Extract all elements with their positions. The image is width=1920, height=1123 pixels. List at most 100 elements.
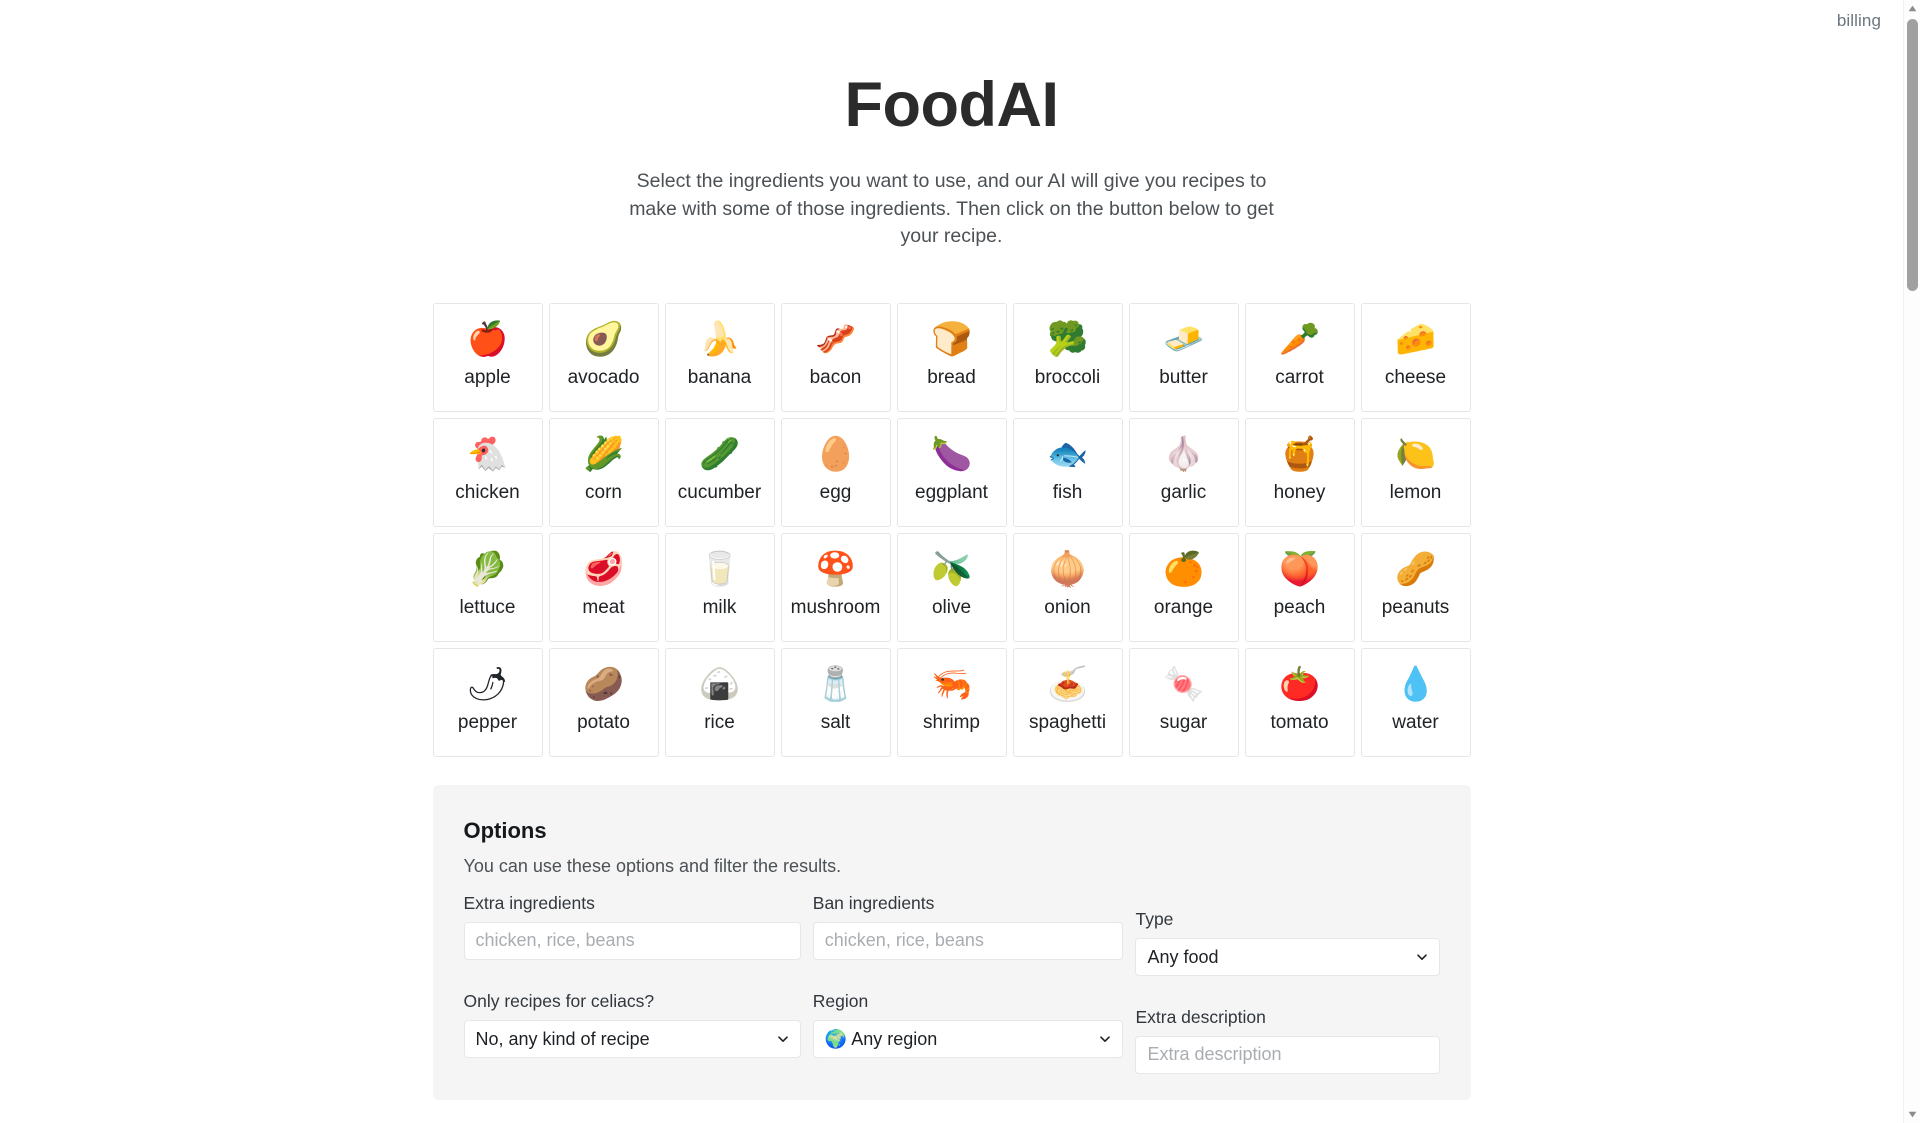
- ingredient-label: corn: [585, 481, 622, 503]
- water-icon: 💧: [1394, 664, 1437, 702]
- ingredient-card-garlic[interactable]: 🧄 garlic: [1128, 417, 1239, 527]
- type-select-wrap: Any food: [1135, 937, 1440, 976]
- cucumber-icon: 🥒: [698, 434, 741, 472]
- shrimp-icon: 🦐: [930, 664, 973, 702]
- ingredient-card-bacon[interactable]: 🥓 bacon: [780, 302, 891, 412]
- ingredient-label: bacon: [809, 366, 862, 388]
- rice-icon: 🍙: [698, 664, 741, 702]
- options-title: Options: [463, 817, 547, 843]
- ingredient-card-peanuts[interactable]: 🥜 peanuts: [1360, 532, 1471, 642]
- olive-icon: 🫒: [930, 549, 973, 587]
- sugar-icon: 🍬: [1162, 664, 1205, 702]
- ingredient-card-cheese[interactable]: 🧀 cheese: [1360, 302, 1471, 412]
- ingredient-card-spaghetti[interactable]: 🍝 spaghetti: [1012, 647, 1123, 757]
- spaghetti-icon: 🍝: [1046, 664, 1089, 702]
- ingredient-label: olive: [931, 596, 972, 618]
- field-region: Region 🌍 Any region: [812, 990, 1124, 1058]
- broccoli-icon: 🥦: [1046, 319, 1089, 357]
- ingredient-card-carrot[interactable]: 🥕 carrot: [1244, 302, 1355, 412]
- ingredient-label: chicken: [455, 481, 520, 503]
- ingredient-card-shrimp[interactable]: 🦐 shrimp: [896, 647, 1007, 757]
- ingredient-card-mushroom[interactable]: 🍄 mushroom: [780, 532, 891, 642]
- scrollbar-thumb[interactable]: [1907, 19, 1918, 291]
- orange-icon: 🍊: [1162, 549, 1205, 587]
- region-select[interactable]: 🌍 Any region: [812, 1019, 1124, 1058]
- page-scrollbar[interactable]: [1903, 0, 1920, 1123]
- ingredient-card-honey[interactable]: 🍯 honey: [1244, 417, 1355, 527]
- celiacs-label: Only recipes for celiacs?: [463, 990, 655, 1011]
- ingredient-card-apple[interactable]: 🍎 apple: [432, 302, 543, 412]
- type-select[interactable]: Any food: [1135, 937, 1440, 976]
- ingredient-label: lettuce: [459, 596, 516, 618]
- ingredient-label: butter: [1159, 366, 1208, 388]
- ingredient-label: orange: [1153, 596, 1214, 618]
- ingredient-label: garlic: [1160, 481, 1207, 503]
- ingredient-label: cucumber: [677, 481, 762, 503]
- eggplant-icon: 🍆: [930, 434, 973, 472]
- ingredient-card-corn[interactable]: 🌽 corn: [548, 417, 659, 527]
- mushroom-icon: 🍄: [814, 549, 857, 587]
- banana-icon: 🍌: [698, 319, 741, 357]
- ingredient-card-banana[interactable]: 🍌 banana: [664, 302, 775, 412]
- ingredient-card-orange[interactable]: 🍊 orange: [1128, 532, 1239, 642]
- ingredient-card-bread[interactable]: 🍞 bread: [896, 302, 1007, 412]
- region-select-wrap: 🌍 Any region: [812, 1019, 1124, 1058]
- ingredient-label: cheese: [1384, 366, 1447, 388]
- ingredient-card-peach[interactable]: 🍑 peach: [1244, 532, 1355, 642]
- ingredient-card-meat[interactable]: 🥩 meat: [548, 532, 659, 642]
- ingredient-card-potato[interactable]: 🥔 potato: [548, 647, 659, 757]
- chicken-icon: 🐔: [466, 434, 509, 472]
- ingredient-card-sugar[interactable]: 🍬 sugar: [1128, 647, 1239, 757]
- field-extra-description: Extra description: [1135, 1006, 1440, 1074]
- milk-icon: 🥛: [698, 549, 741, 587]
- scroll-down-arrow-icon[interactable]: [1904, 1106, 1920, 1123]
- ingredient-label: tomato: [1270, 711, 1329, 733]
- avocado-icon: 🥑: [582, 319, 625, 357]
- ingredient-card-water[interactable]: 💧 water: [1360, 647, 1471, 757]
- ban-ingredients-label: Ban ingredients: [812, 892, 935, 913]
- ingredient-card-rice[interactable]: 🍙 rice: [664, 647, 775, 757]
- ingredient-card-chicken[interactable]: 🐔 chicken: [432, 417, 543, 527]
- extra-ingredients-input[interactable]: [463, 921, 801, 960]
- ingredient-label: pepper: [457, 711, 518, 733]
- honey-icon: 🍯: [1278, 434, 1321, 472]
- apple-icon: 🍎: [466, 319, 509, 357]
- field-ban-ingredients: Ban ingredients: [812, 892, 1124, 960]
- ingredient-card-avocado[interactable]: 🥑 avocado: [548, 302, 659, 412]
- celiacs-select[interactable]: No, any kind of recipe: [463, 1019, 801, 1058]
- ingredient-card-lettuce[interactable]: 🥬 lettuce: [432, 532, 543, 642]
- ingredient-card-lemon[interactable]: 🍋 lemon: [1360, 417, 1471, 527]
- fish-icon: 🐟: [1046, 434, 1089, 472]
- ingredient-card-eggplant[interactable]: 🍆 eggplant: [896, 417, 1007, 527]
- ingredient-label: broccoli: [1034, 366, 1101, 388]
- options-panel: Options You can use these options and fi…: [432, 784, 1471, 1100]
- ingredient-card-broccoli[interactable]: 🥦 broccoli: [1012, 302, 1123, 412]
- ingredient-label: eggplant: [915, 481, 988, 503]
- celiacs-select-wrap: No, any kind of recipe: [463, 1019, 801, 1058]
- ingredient-card-egg[interactable]: 🥚 egg: [780, 417, 891, 527]
- field-type: Type Any food: [1135, 908, 1440, 976]
- ban-ingredients-input[interactable]: [812, 921, 1124, 960]
- ingredient-card-onion[interactable]: 🧅 onion: [1012, 532, 1123, 642]
- ingredient-card-olive[interactable]: 🫒 olive: [896, 532, 1007, 642]
- ingredient-card-cucumber[interactable]: 🥒 cucumber: [664, 417, 775, 527]
- ingredient-label: milk: [702, 596, 737, 618]
- ingredient-card-milk[interactable]: 🥛 milk: [664, 532, 775, 642]
- ingredient-card-salt[interactable]: 🧂 salt: [780, 647, 891, 757]
- ingredient-label: meat: [582, 596, 625, 618]
- ingredient-card-fish[interactable]: 🐟 fish: [1012, 417, 1123, 527]
- scroll-up-arrow-icon[interactable]: [1904, 0, 1920, 17]
- ingredient-label: banana: [687, 366, 752, 388]
- salt-icon: 🧂: [814, 664, 857, 702]
- egg-icon: 🥚: [814, 434, 857, 472]
- meat-icon: 🥩: [582, 549, 625, 587]
- ingredient-card-tomato[interactable]: 🍅 tomato: [1244, 647, 1355, 757]
- ingredient-label: potato: [577, 711, 630, 733]
- ingredient-card-pepper[interactable]: 🌶 pepper: [432, 647, 543, 757]
- ingredient-card-butter[interactable]: 🧈 butter: [1128, 302, 1239, 412]
- lemon-icon: 🍋: [1394, 434, 1437, 472]
- pepper-icon: 🌶: [466, 664, 509, 702]
- ingredient-label: peanuts: [1381, 596, 1450, 618]
- ingredient-label: peach: [1273, 596, 1326, 618]
- extra-description-input[interactable]: [1135, 1035, 1440, 1074]
